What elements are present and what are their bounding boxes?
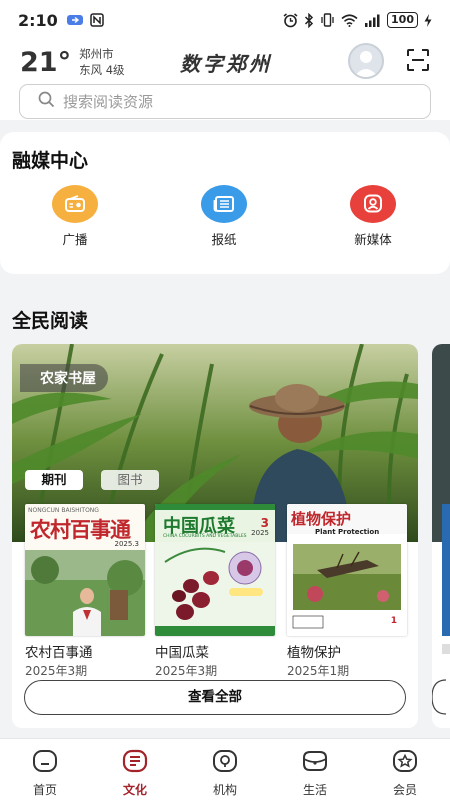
wifi-icon [341,13,358,27]
book-cover: NONGCUN BAISHITONG 农村百事通 2025.3 [25,504,145,636]
app-title: 数字郑州 [180,52,272,76]
search-input[interactable] [63,92,383,111]
culture-icon [122,749,148,777]
media-item-radio[interactable]: 广播 [35,185,115,248]
life-icon [301,749,329,777]
media-item-new-media[interactable]: 新媒体 [333,185,413,248]
book-item[interactable]: 中国瓜菜 3 2025 CHINA CUCURBITS AND VEGETABL… [155,504,275,679]
wind-info: 东风 4级 [79,63,125,77]
book-item[interactable]: NONGCUN BAISHITONG 农村百事通 2025.3 农村百事通 20… [25,504,145,679]
cover-photo [292,544,401,629]
member-icon [392,749,418,777]
cover-issue: 2025.3 [114,540,140,548]
next-card-peek[interactable] [432,344,450,728]
cover-issue: 3 [260,516,269,530]
nav-label-life: 生活 [302,783,327,797]
nav-item-home[interactable]: 首页 [0,739,90,800]
temperature: 21° [20,46,72,78]
header: 21° 郑州市 东风 4级 数字郑州 [0,40,450,120]
reading-card[interactable]: 农家书屋 期刊 图书 NONGCUN BAISHITONG 农村百事通 2025… [12,344,418,728]
reading-title: 全民阅读 [12,310,89,332]
search-bar[interactable] [19,84,431,119]
book-cover: 植物保护 Plant Protection 1 [287,504,407,636]
bluetooth-icon [304,12,314,28]
book-name: 中国瓜菜 [155,645,209,661]
nav-item-life[interactable]: 生活 [270,739,360,800]
reading-card-label: 农家书屋 [20,364,108,392]
charging-icon [424,13,432,27]
book-issue: 2025年3期 [25,664,88,678]
cover-issue: 1 [390,616,397,626]
vibrate-icon [320,13,335,27]
nav-item-institution[interactable]: 机构 [180,739,270,800]
newspaper-icon [201,185,247,223]
media-label-radio: 广播 [62,232,88,247]
nav-item-culture[interactable]: 文化 [90,739,180,800]
status-bar: 2:10 100 [0,0,450,40]
weather-widget[interactable]: 21° 郑州市 东风 4级 [20,46,125,78]
book-issue: 2025年3期 [155,664,218,678]
home-icon [32,749,58,777]
book-cover: 中国瓜菜 3 2025 CHINA CUCURBITS AND VEGETABL… [155,504,275,636]
cover-subtitle: NONGCUN BAISHITONG [28,507,99,514]
signal-icon [364,14,381,27]
media-label-new-media: 新媒体 [354,232,392,247]
book-name: 植物保护 [287,645,341,661]
media-center-card: 融媒中心 广播 报纸 新媒体 [0,132,450,274]
nav-label-home: 首页 [32,783,57,797]
screen-record-icon [66,13,84,27]
media-item-newspaper[interactable]: 报纸 [184,185,264,248]
book-issue: 2025年1期 [287,664,350,678]
status-time: 2:10 [18,10,58,30]
cover-year: 2025 [251,529,269,537]
nfc-icon [90,13,104,27]
weather-meta: 郑州市 东风 4级 [79,46,124,78]
cover-photo [25,550,145,636]
cover-photo [155,542,275,636]
nav-item-member[interactable]: 会员 [360,739,450,800]
book-name: 农村百事通 [25,645,93,661]
nav-label-institution: 机构 [212,783,237,797]
bottom-nav: 首页 文化 机构 生活 会员 [0,738,450,800]
scan-icon[interactable] [407,49,429,75]
cover-title: 植物保护 [291,510,352,528]
nav-label-member: 会员 [392,783,417,797]
media-label-newspaper: 报纸 [211,232,237,247]
search-icon [38,91,55,112]
tab-books[interactable]: 图书 [101,470,159,490]
battery-indicator: 100 [387,12,418,28]
cover-subtitle: CHINA CUCURBITS AND VEGETABLES [163,534,247,539]
city-name: 郑州市 [79,47,114,61]
alarm-icon [283,12,298,28]
media-center-title: 融媒中心 [12,150,89,172]
institution-icon [212,749,238,777]
view-all-button[interactable]: 查看全部 [24,680,406,715]
cover-subtitle: Plant Protection [315,528,380,536]
user-avatar-icon [354,51,378,77]
tab-periodicals[interactable]: 期刊 [25,470,83,490]
avatar[interactable] [348,43,384,79]
book-item[interactable]: 植物保护 Plant Protection 1 植物保护 2025年1期 [287,504,407,679]
radio-icon [52,185,98,223]
new-media-icon [350,185,396,223]
nav-label-culture: 文化 [122,783,147,797]
